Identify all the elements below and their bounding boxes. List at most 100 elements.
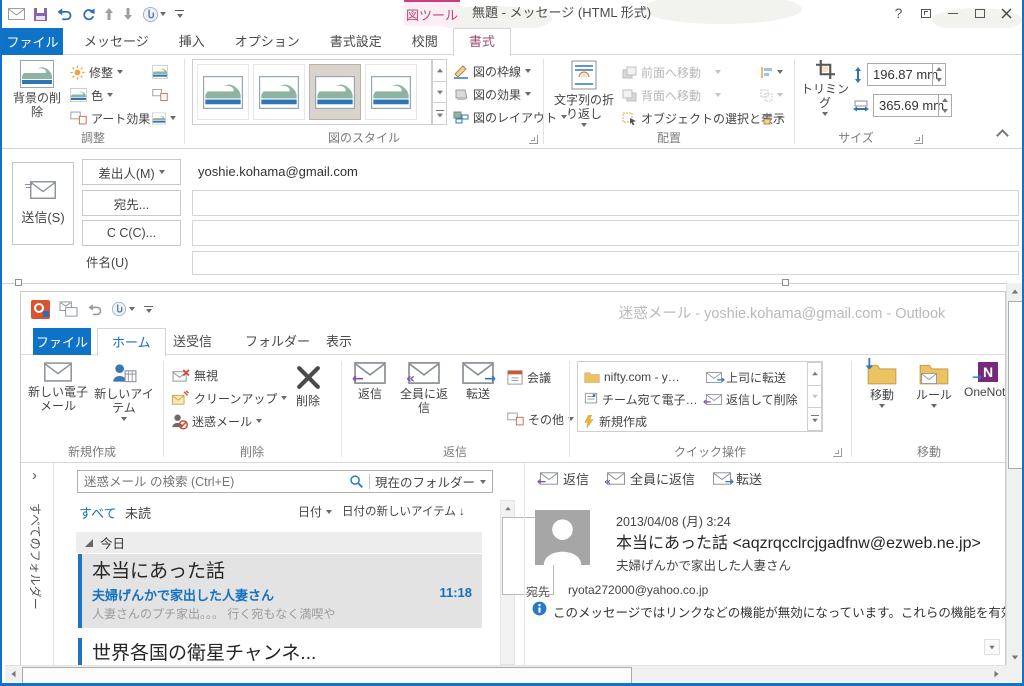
scroll-right-button[interactable] xyxy=(988,666,1004,682)
image-resize-handle[interactable] xyxy=(782,279,789,286)
sender-avatar xyxy=(534,510,591,565)
to-button[interactable]: 宛先... xyxy=(82,190,181,216)
size-dialog-launcher[interactable] xyxy=(914,135,923,144)
minimize-button[interactable] xyxy=(939,1,966,25)
gallery-scroll-up[interactable] xyxy=(432,59,447,82)
reply-mini-icon: ← xyxy=(703,394,722,408)
message-from: 本当にあった話 <aqzrqcclrcjgadfnw@ezweb.ne.jp> xyxy=(616,535,981,552)
gallery-more-button[interactable] xyxy=(432,103,447,126)
body-vertical-scrollbar[interactable] xyxy=(1006,283,1022,665)
message-date: 2013/04/08 (月) 3:24 xyxy=(616,515,731,529)
from-button[interactable]: 差出人(M) xyxy=(82,159,181,185)
crop-icon xyxy=(816,60,835,79)
scroll-up-button[interactable] xyxy=(1007,283,1022,299)
compress-pictures-icon[interactable] xyxy=(152,61,168,83)
group-picture-styles: 図の枠線 図の効果 図のレイアウト 図のスタイル xyxy=(185,55,568,148)
message-body[interactable]: 迷惑メール - yoshie.kohama@gmail.com - Outloo… xyxy=(2,283,1006,665)
wrap-text-button[interactable]: 文字列の折り返し xyxy=(552,60,616,127)
vertical-scroll-thumb[interactable] xyxy=(1008,301,1022,469)
quick-step-reply-delete: ← 返信して削除 xyxy=(703,392,798,408)
undo-icon xyxy=(87,303,102,316)
forward-mini-icon: → xyxy=(706,372,725,386)
quick-step-forward-boss: → 上司に転送 xyxy=(706,367,786,387)
scroll-down-button[interactable] xyxy=(1007,649,1022,665)
ribbon-tab-row: ファイル メッセージ 挿入 オプション 書式設定 校閲 書式 xyxy=(2,28,1022,56)
quick-steps-dialog-launcher xyxy=(833,448,842,457)
tab-format-active[interactable]: 書式 xyxy=(452,28,511,56)
list-item-subject: 世界各国の衛星チャンネ... xyxy=(92,643,317,664)
corrections-button[interactable]: 修整 xyxy=(70,61,124,83)
compose-header: 送信(S) 差出人(M) yoshie.kohama@gmail.com 宛先.… xyxy=(2,149,1022,282)
body-horizontal-scrollbar[interactable] xyxy=(5,665,1006,683)
sort-by-date: 日付 xyxy=(298,503,333,520)
reset-picture-icon[interactable] xyxy=(152,107,176,129)
redo-icon[interactable] xyxy=(81,7,95,21)
scroll-left-button[interactable] xyxy=(5,666,21,682)
picture-styles-dialog-launcher[interactable] xyxy=(529,135,538,144)
infobar-text: このメッセージではリンクなどの機能が無効になっています。これらの機能を有効にする… xyxy=(553,606,1005,620)
page-icon xyxy=(584,392,598,406)
close-button[interactable] xyxy=(993,1,1020,25)
cleanup-button: クリーンアップ xyxy=(171,387,288,409)
onenote-icon: N → xyxy=(972,362,998,384)
touch-mode-icon xyxy=(111,301,135,317)
picture-style-2[interactable] xyxy=(253,64,305,120)
picture-style-1[interactable] xyxy=(197,64,249,120)
search-icon xyxy=(349,474,364,489)
move-down-icon[interactable] xyxy=(123,7,133,21)
group-label-adjust: 調整 xyxy=(80,131,105,145)
reading-scroll-down xyxy=(984,639,1000,655)
rotate-objects-icon[interactable] xyxy=(760,107,783,129)
color-button[interactable]: 色 xyxy=(70,84,114,106)
artistic-effects-button[interactable]: アート効果 xyxy=(70,107,161,129)
shape-height-input[interactable]: 196.87 mm xyxy=(867,63,946,86)
more-respond-button: その他 xyxy=(507,408,575,430)
gallery-scroll-buttons xyxy=(432,59,447,126)
image-resize-handle[interactable] xyxy=(15,279,22,286)
cc-button[interactable]: C C(C)... xyxy=(82,220,181,246)
customize-qat-icon[interactable] xyxy=(175,10,184,18)
picture-border-button[interactable]: 図の枠線 xyxy=(453,60,532,82)
reply-icon: ← xyxy=(537,472,558,488)
embedded-content: › すべてのフォルダー 現在のフォルダー すべて 未読 日付 日付の新しいアイテ… xyxy=(21,463,1005,665)
align-objects-icon[interactable] xyxy=(760,61,783,83)
folder-pane-label: すべてのフォルダー xyxy=(28,503,42,610)
tab-message[interactable]: メッセージ xyxy=(69,28,164,55)
picture-style-4[interactable] xyxy=(365,64,417,120)
bring-forward-button-disabled: 前面へ移動 xyxy=(622,61,722,83)
picture-effects-button[interactable]: 図の効果 xyxy=(453,83,532,105)
height-steppers[interactable] xyxy=(932,64,945,85)
subject-field[interactable] xyxy=(192,251,1019,275)
cc-field[interactable] xyxy=(192,220,1019,246)
tab-review[interactable]: 校閲 xyxy=(397,28,453,55)
remove-background-button[interactable]: 背景の削除 xyxy=(8,60,66,119)
save-icon[interactable] xyxy=(34,7,47,21)
group-objects-icon-disabled xyxy=(760,84,783,106)
pane-divider xyxy=(524,463,525,665)
rules-icon xyxy=(919,362,949,385)
picture-style-3-selected[interactable] xyxy=(309,64,361,120)
collapse-ribbon-icon[interactable] xyxy=(996,129,1009,142)
maximize-button[interactable] xyxy=(966,1,993,25)
shape-width-input[interactable]: 365.69 mm xyxy=(873,94,952,117)
tab-format-text[interactable]: 書式設定 xyxy=(315,28,397,55)
tab-insert[interactable]: 挿入 xyxy=(164,28,220,55)
width-steppers[interactable] xyxy=(938,95,951,116)
undo-icon[interactable] xyxy=(56,7,72,21)
change-picture-icon[interactable] xyxy=(152,84,168,106)
help-button[interactable]: ? xyxy=(885,1,912,25)
to-field[interactable] xyxy=(192,190,1019,216)
list-item: 世界各国の衛星チャンネ... xyxy=(78,636,482,665)
crop-button[interactable]: トリミング xyxy=(800,60,850,116)
sort-order: 日付の新しいアイテム ↓ xyxy=(342,506,465,518)
tab-file[interactable]: ファイル xyxy=(2,28,63,55)
send-button[interactable]: 送信(S) xyxy=(12,162,74,245)
list-scroll-up xyxy=(501,501,514,516)
move-up-icon[interactable] xyxy=(104,7,114,21)
tab-options[interactable]: オプション xyxy=(220,28,315,55)
group-label-arrange: 配置 xyxy=(656,131,681,145)
gallery-scroll-down[interactable] xyxy=(432,81,447,104)
touch-mode-icon[interactable] xyxy=(142,6,166,23)
ribbon-display-options-button[interactable] xyxy=(912,1,939,25)
horizontal-scroll-thumb[interactable] xyxy=(22,667,632,683)
